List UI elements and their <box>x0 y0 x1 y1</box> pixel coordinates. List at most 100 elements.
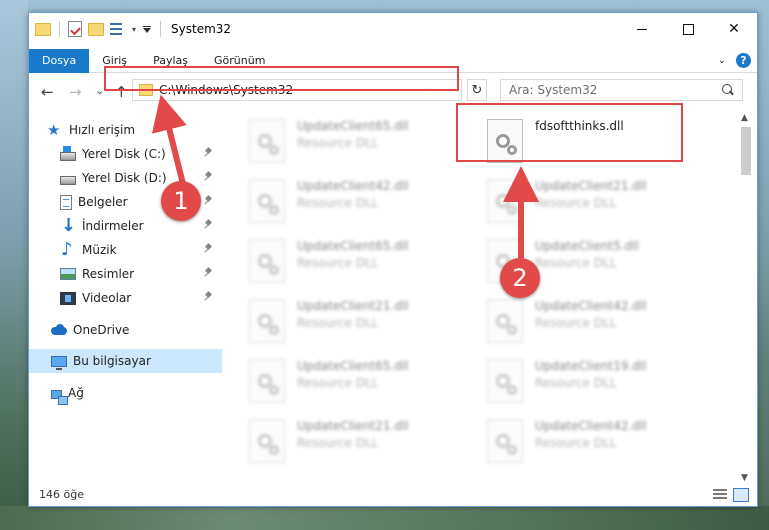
file-item[interactable]: UpdateClient19.dll Resource DLL <box>487 357 717 409</box>
sidebar-item-label: Yerel Disk (D:) <box>82 171 167 185</box>
sidebar-item-label: Müzik <box>82 243 117 257</box>
sidebar-item-label: Yerel Disk (C:) <box>82 147 166 161</box>
sidebar-item-network[interactable]: Ağ <box>29 381 222 405</box>
close-button[interactable]: ✕ <box>711 13 757 45</box>
tab-file[interactable]: Dosya <box>29 48 90 73</box>
file-type: Resource DLL <box>297 256 379 270</box>
file-item[interactable]: UpdateClient65.dll Resource DLL <box>249 237 479 289</box>
search-icon[interactable] <box>722 84 734 96</box>
pin-icon[interactable] <box>204 148 212 158</box>
desktop-background-bottom <box>0 506 769 530</box>
pin-icon[interactable] <box>204 244 212 254</box>
file-name: UpdateClient19.dll <box>535 359 647 373</box>
sidebar-item-downloads[interactable]: İndirmeler <box>29 214 222 238</box>
sidebar-item-disk-c[interactable]: Yerel Disk (C:) <box>29 142 222 166</box>
scroll-down-icon[interactable]: ▼ <box>741 473 748 483</box>
file-item[interactable]: UpdateClient42.dll Resource DLL <box>249 177 479 229</box>
videos-icon <box>60 291 76 305</box>
back-arrow-icon[interactable]: ← <box>41 83 54 101</box>
refresh-icon[interactable]: ↻ <box>467 79 487 101</box>
music-icon <box>60 239 76 260</box>
window-title: System32 <box>171 22 232 36</box>
pin-icon[interactable] <box>204 196 212 206</box>
file-type: Resource DLL <box>297 316 379 330</box>
folder-icon <box>35 22 51 36</box>
sidebar-item-label: Videolar <box>82 291 132 305</box>
file-item[interactable]: UpdateClient21.dll Resource DLL <box>487 177 717 229</box>
file-item[interactable]: UpdateClient42.dll Resource DLL <box>487 297 717 349</box>
file-name: UpdateClient5.dll <box>535 239 639 253</box>
file-type: Resource DLL <box>535 256 617 270</box>
file-name: UpdateClient42.dll <box>297 179 409 193</box>
scroll-up-icon[interactable]: ▲ <box>741 113 748 123</box>
address-bar-highlight <box>104 66 459 91</box>
pin-icon[interactable] <box>204 292 212 302</box>
properties-icon[interactable] <box>68 21 82 37</box>
search-box[interactable]: Ara: System32 <box>500 79 743 101</box>
qat-dropdown-icon[interactable]: ▾ <box>132 25 136 34</box>
sidebar-item-videos[interactable]: Videolar <box>29 286 222 310</box>
computer-icon <box>51 356 67 370</box>
sidebar-item-quick-access[interactable]: Hızlı erişim <box>29 118 222 142</box>
sidebar-item-onedrive[interactable]: OneDrive <box>29 318 222 342</box>
item-count: 146 öğe <box>39 488 84 501</box>
dll-file-icon <box>249 119 285 163</box>
details-view-icon[interactable] <box>713 489 727 501</box>
file-name: UpdateClient21.dll <box>297 419 409 433</box>
pin-icon[interactable] <box>204 220 212 230</box>
maximize-button[interactable] <box>665 13 711 45</box>
minimize-button[interactable] <box>619 13 665 45</box>
quick-access-toolbar: ▾ System32 <box>35 21 231 37</box>
disk-d-icon <box>60 175 76 185</box>
file-item[interactable]: UpdateClient21.dll Resource DLL <box>249 297 479 349</box>
sidebar-item-music[interactable]: Müzik <box>29 238 222 262</box>
sidebar-item-pictures[interactable]: Resimler <box>29 262 222 286</box>
file-type: Resource DLL <box>297 376 379 390</box>
pictures-icon <box>60 268 76 280</box>
scroll-thumb[interactable] <box>741 127 751 175</box>
downloads-icon <box>60 215 76 236</box>
pin-icon[interactable] <box>204 172 212 182</box>
dll-file-icon <box>249 299 285 343</box>
ribbon-right: ⌄ ? <box>718 53 751 68</box>
sidebar-item-this-pc[interactable]: Bu bilgisayar <box>29 349 222 373</box>
sidebar-item-label: Bu bilgisayar <box>73 354 151 368</box>
forward-arrow-icon[interactable]: → <box>69 83 82 101</box>
title-bar: ▾ System32 ✕ <box>29 13 757 45</box>
file-item[interactable]: UpdateClient65.dll Resource DLL <box>249 117 479 169</box>
file-name: UpdateClient42.dll <box>535 419 647 433</box>
file-item[interactable]: UpdateClient42.dll Resource DLL <box>487 417 717 469</box>
file-item[interactable]: UpdateClient21.dll Resource DLL <box>249 417 479 469</box>
documents-icon <box>60 194 72 210</box>
file-name: UpdateClient65.dll <box>297 119 409 133</box>
vertical-scrollbar[interactable]: ▲ ▼ <box>739 113 753 483</box>
file-name: UpdateClient65.dll <box>297 359 409 373</box>
title-separator <box>160 21 162 37</box>
pin-icon[interactable] <box>204 268 212 278</box>
view-options-icon[interactable] <box>110 22 126 36</box>
file-type: Resource DLL <box>535 316 617 330</box>
new-folder-icon[interactable] <box>88 22 104 36</box>
window-controls: ✕ <box>619 13 757 45</box>
help-icon[interactable]: ? <box>736 53 751 68</box>
search-input[interactable]: Ara: System32 <box>509 83 722 97</box>
step-marker-2: 2 <box>500 258 540 298</box>
file-item[interactable]: UpdateClient65.dll Resource DLL <box>249 357 479 409</box>
file-name: UpdateClient21.dll <box>297 299 409 313</box>
navigation-pane: Hızlı erişim Yerel Disk (C:) Yerel Disk … <box>29 113 222 483</box>
step-marker-1: 1 <box>161 181 201 221</box>
large-icons-view-icon[interactable] <box>733 488 749 502</box>
expand-ribbon-icon[interactable]: ⌄ <box>718 55 726 66</box>
file-name: UpdateClient65.dll <box>297 239 409 253</box>
sidebar-item-label: İndirmeler <box>82 219 144 233</box>
dll-file-icon <box>487 419 523 463</box>
sidebar-item-label: Belgeler <box>78 195 128 209</box>
recent-locations-icon[interactable]: ⌄ <box>95 84 104 97</box>
sidebar-item-label: Resimler <box>82 267 135 281</box>
file-type: Resource DLL <box>535 196 617 210</box>
dll-file-icon <box>487 179 523 223</box>
customize-qat-icon[interactable] <box>142 24 152 34</box>
sidebar-item-label: Hızlı erişim <box>69 123 136 137</box>
dll-file-icon <box>487 359 523 403</box>
onedrive-icon <box>51 323 67 337</box>
